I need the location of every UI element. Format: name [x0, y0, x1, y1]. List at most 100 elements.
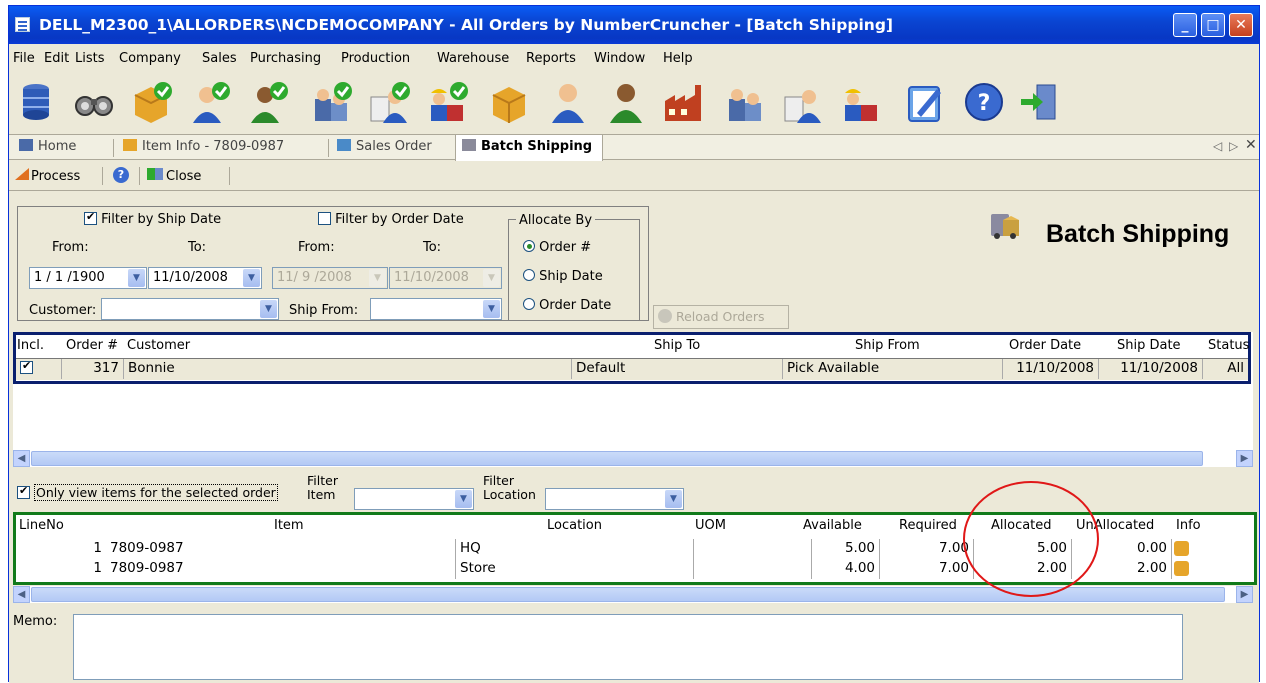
title-bar[interactable]: DELL_M2300_1\ALLORDERS\NCDEMOCOMPANY - A… — [9, 6, 1259, 44]
scroll-thumb[interactable] — [31, 451, 1203, 466]
col-required[interactable]: Required — [899, 518, 957, 533]
row-incl-cell[interactable] — [16, 359, 62, 379]
orders-scrollbar[interactable]: ◀ ▶ — [13, 450, 1253, 467]
filter-ship-date-checkbox[interactable]: Filter by Ship Date — [84, 210, 221, 227]
radio-order-date-dot[interactable] — [523, 298, 535, 310]
customer-cell: Bonnie — [124, 359, 572, 379]
filter-order-date-check[interactable] — [318, 212, 331, 225]
factory-icon[interactable] — [661, 79, 707, 125]
filter-order-date-checkbox[interactable]: Filter by Order Date — [318, 212, 464, 227]
user-icon[interactable] — [545, 79, 591, 125]
user-list-icon[interactable] — [781, 79, 827, 125]
menu-company[interactable]: Company — [119, 51, 181, 66]
items-scrollbar[interactable]: ◀ ▶ — [13, 586, 1253, 603]
menu-warehouse[interactable]: Warehouse — [437, 51, 509, 66]
chevron-down-icon[interactable]: ▼ — [260, 300, 277, 318]
col-ship-date[interactable]: Ship Date — [1117, 338, 1181, 353]
ship-to-date-picker[interactable]: 11/10/2008 ▼ — [148, 267, 262, 289]
col-line-no[interactable]: LineNo — [19, 518, 64, 533]
maximize-button[interactable]: □ — [1201, 13, 1225, 37]
col-ship-from[interactable]: Ship From — [855, 338, 920, 353]
workers-check-icon[interactable] — [425, 79, 471, 125]
tab-home[interactable]: Home — [19, 139, 76, 154]
only-selected-order-checkbox[interactable]: Only view items for the selected order — [17, 484, 278, 501]
ship-from-date-picker[interactable]: 1 / 1 /1900 ▼ — [29, 267, 147, 289]
help-button[interactable]: ? — [113, 167, 129, 183]
radio-order-date[interactable]: Order Date — [523, 298, 611, 313]
radio-order-number-dot[interactable] — [523, 240, 535, 252]
close-button[interactable]: Close — [147, 168, 201, 184]
app-icon[interactable] — [15, 17, 30, 32]
close-window-button[interactable]: ✕ — [1229, 13, 1253, 37]
box-icon[interactable] — [487, 79, 533, 125]
binoculars-icon[interactable] — [71, 79, 117, 125]
menu-window[interactable]: Window — [594, 51, 645, 66]
user-green-icon[interactable] — [603, 79, 649, 125]
tab-close-icon[interactable]: ✕ — [1245, 137, 1257, 153]
menu-file[interactable]: File — [13, 51, 35, 66]
database-icon[interactable] — [13, 79, 59, 125]
filter-ship-date-check[interactable] — [84, 210, 97, 225]
menu-purchasing[interactable]: Purchasing — [250, 51, 321, 66]
user-list-check-icon[interactable] — [367, 79, 413, 125]
user-green-check-icon[interactable] — [245, 79, 291, 125]
col-ship-to[interactable]: Ship To — [654, 338, 700, 353]
col-status[interactable]: Status — [1208, 338, 1249, 353]
box-check-icon[interactable] — [129, 79, 175, 125]
radio-ship-date-dot[interactable] — [523, 269, 535, 281]
scroll-left-icon[interactable]: ◀ — [13, 586, 30, 603]
exit-icon[interactable] — [1017, 79, 1063, 125]
col-incl[interactable]: Incl. — [17, 338, 44, 353]
col-item[interactable]: Item — [274, 518, 304, 533]
col-info[interactable]: Info — [1176, 518, 1201, 533]
chevron-down-icon[interactable]: ▼ — [455, 490, 472, 508]
ship-from-cell: Pick Available — [783, 359, 1003, 379]
user-check-icon[interactable] — [187, 79, 233, 125]
col-uom[interactable]: UOM — [695, 518, 726, 533]
scroll-right-icon[interactable]: ▶ — [1236, 586, 1253, 603]
scroll-right-icon[interactable]: ▶ — [1236, 450, 1253, 467]
col-order-number[interactable]: Order # — [66, 338, 118, 353]
menu-reports[interactable]: Reports — [526, 51, 576, 66]
info-icon[interactable] — [1174, 541, 1189, 556]
tab-prev-icon[interactable]: ◁ — [1213, 139, 1222, 153]
info-icon[interactable] — [1174, 561, 1189, 576]
scroll-left-icon[interactable]: ◀ — [13, 450, 30, 467]
col-customer[interactable]: Customer — [127, 338, 190, 353]
process-button[interactable]: Process — [15, 168, 80, 184]
edit-icon[interactable] — [903, 79, 949, 125]
radio-ship-date[interactable]: Ship Date — [523, 269, 603, 284]
help-icon[interactable]: ? — [961, 79, 1007, 125]
ship-from-select[interactable]: ▼ — [370, 298, 502, 320]
menu-sales[interactable]: Sales — [202, 51, 237, 66]
col-location[interactable]: Location — [547, 518, 602, 533]
only-selected-order-check[interactable] — [17, 484, 30, 499]
memo-field[interactable] — [73, 614, 1183, 680]
user-group-icon[interactable] — [723, 79, 769, 125]
user-group-check-icon[interactable] — [309, 79, 355, 125]
customer-select[interactable]: ▼ — [101, 298, 279, 320]
menu-lists[interactable]: Lists — [75, 51, 105, 66]
chevron-down-icon[interactable]: ▼ — [483, 300, 500, 318]
tab-item-info[interactable]: Item Info - 7809-0987 — [123, 139, 284, 154]
minimize-button[interactable]: _ — [1173, 13, 1197, 37]
chevron-down-icon[interactable]: ▼ — [243, 269, 260, 287]
col-order-date[interactable]: Order Date — [1009, 338, 1081, 353]
include-checkbox[interactable] — [20, 359, 33, 374]
tab-sales-order[interactable]: Sales Order — [337, 139, 432, 154]
tab-next-icon[interactable]: ▷ — [1229, 139, 1238, 153]
workers-icon[interactable] — [839, 79, 885, 125]
menu-help[interactable]: Help — [663, 51, 693, 66]
table-row[interactable]: 317 Bonnie Default Pick Available 11/10/… — [16, 358, 1248, 380]
col-available[interactable]: Available — [803, 518, 862, 533]
customer-label: Customer: — [29, 303, 97, 318]
menu-production[interactable]: Production — [341, 51, 410, 66]
menu-edit[interactable]: Edit — [44, 51, 69, 66]
filter-location-select[interactable]: ▼ — [545, 488, 684, 510]
chevron-down-icon[interactable]: ▼ — [128, 269, 145, 287]
filter-item-select[interactable]: ▼ — [354, 488, 474, 510]
radio-order-number[interactable]: Order # — [523, 240, 591, 255]
tab-batch-shipping[interactable]: Batch Shipping — [455, 135, 604, 161]
chevron-down-icon[interactable]: ▼ — [665, 490, 682, 508]
ship-date-cell: 11/10/2008 — [1099, 359, 1203, 379]
